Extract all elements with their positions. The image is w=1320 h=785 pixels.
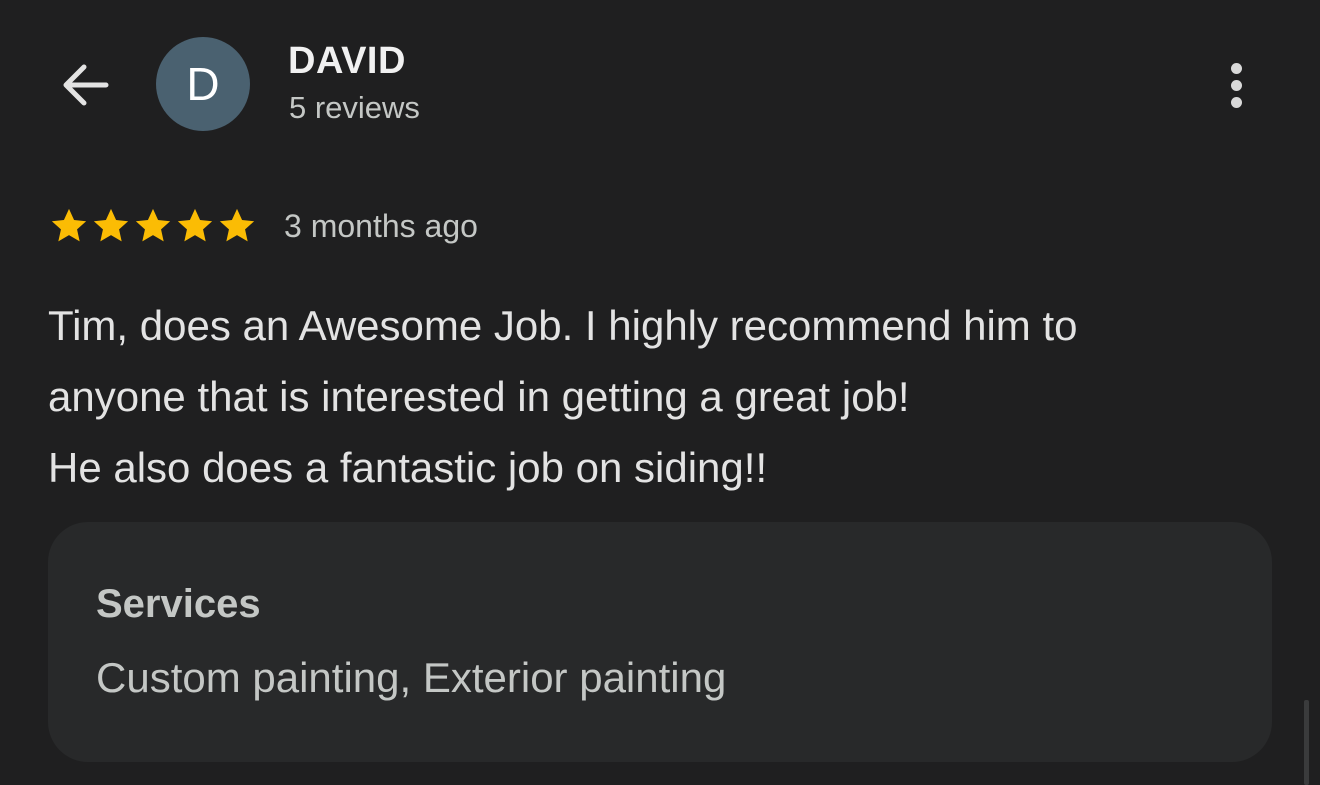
services-card: Services Custom painting, Exterior paint… — [48, 522, 1272, 762]
star-rating — [48, 205, 258, 247]
star-icon — [219, 208, 255, 242]
star-icon — [93, 208, 129, 242]
review-text-line: Tim, does an Awesome Job. I highly recom… — [48, 302, 1078, 349]
review-count: 5 reviews — [289, 90, 420, 125]
review-date: 3 months ago — [284, 207, 478, 244]
star-icon — [51, 208, 87, 242]
review-text-line: anyone that is interested in getting a g… — [48, 373, 910, 420]
more-options-button[interactable] — [1212, 52, 1260, 118]
arrow-back-icon — [63, 64, 109, 106]
star-icon — [177, 208, 213, 242]
star-icon — [135, 208, 171, 242]
services-title: Services — [96, 582, 261, 626]
avatar-initial: D — [186, 58, 220, 110]
back-button[interactable] — [52, 56, 116, 114]
reviewer-name[interactable]: DAVID — [288, 40, 406, 83]
review-screen: D DAVID 5 reviews 3 months ago Tim, does… — [0, 0, 1320, 785]
services-value: Custom painting, Exterior painting — [96, 654, 727, 701]
rating-row: 3 months ago — [48, 203, 478, 249]
more-vert-icon — [1230, 62, 1242, 74]
review-text: Tim, does an Awesome Job. I highly recom… — [48, 290, 1278, 503]
review-text-line: He also does a fantastic job on siding!! — [48, 444, 768, 491]
avatar[interactable]: D — [156, 37, 250, 131]
scrollbar[interactable] — [1304, 700, 1309, 785]
